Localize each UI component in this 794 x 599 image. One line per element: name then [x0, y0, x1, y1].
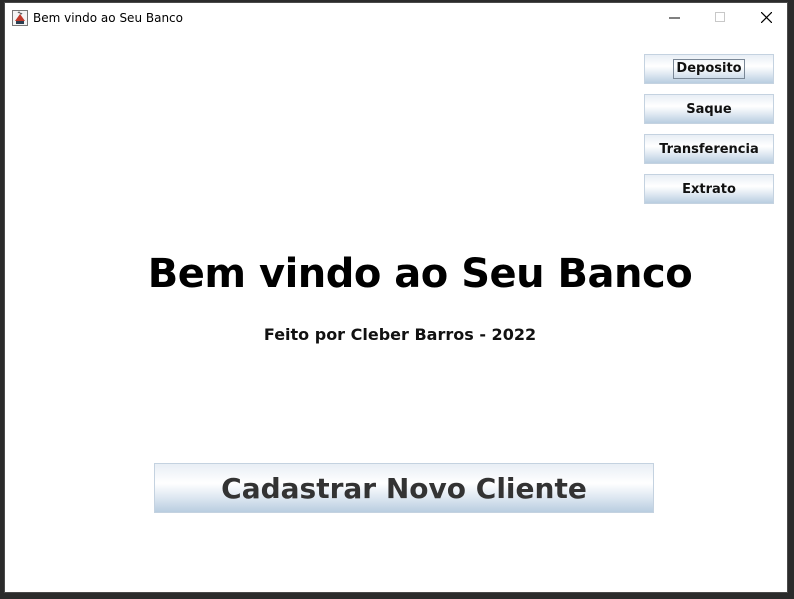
- minimize-icon: [669, 17, 680, 19]
- main-panel: Deposito Saque Transferencia Extrato Bem…: [5, 33, 787, 592]
- register-client-label: Cadastrar Novo Cliente: [221, 471, 587, 505]
- java-cup-icon[interactable]: [12, 10, 28, 26]
- title-bar[interactable]: Bem vindo ao Seu Banco: [5, 3, 787, 33]
- transferencia-label: Transferencia: [659, 141, 759, 157]
- maximize-button[interactable]: [697, 3, 743, 33]
- register-client-button[interactable]: Cadastrar Novo Cliente: [154, 463, 654, 513]
- close-icon: [761, 12, 772, 23]
- app-window: Bem vindo ao Seu Banco Deposito Saque Tr…: [4, 2, 788, 593]
- saque-button[interactable]: Saque: [644, 94, 774, 124]
- deposito-button[interactable]: Deposito: [644, 54, 774, 84]
- transferencia-button[interactable]: Transferencia: [644, 134, 774, 164]
- close-button[interactable]: [743, 3, 789, 33]
- maximize-icon: [715, 12, 725, 22]
- author-credit: Feito por Cleber Barros - 2022: [263, 325, 537, 344]
- saque-label: Saque: [686, 101, 732, 117]
- minimize-button[interactable]: [651, 3, 697, 33]
- extrato-button[interactable]: Extrato: [644, 174, 774, 204]
- welcome-heading: Bem vindo ao Seu Banco: [147, 251, 693, 297]
- window-title: Bem vindo ao Seu Banco: [33, 11, 183, 25]
- deposito-label: Deposito: [673, 59, 745, 79]
- extrato-label: Extrato: [682, 181, 736, 197]
